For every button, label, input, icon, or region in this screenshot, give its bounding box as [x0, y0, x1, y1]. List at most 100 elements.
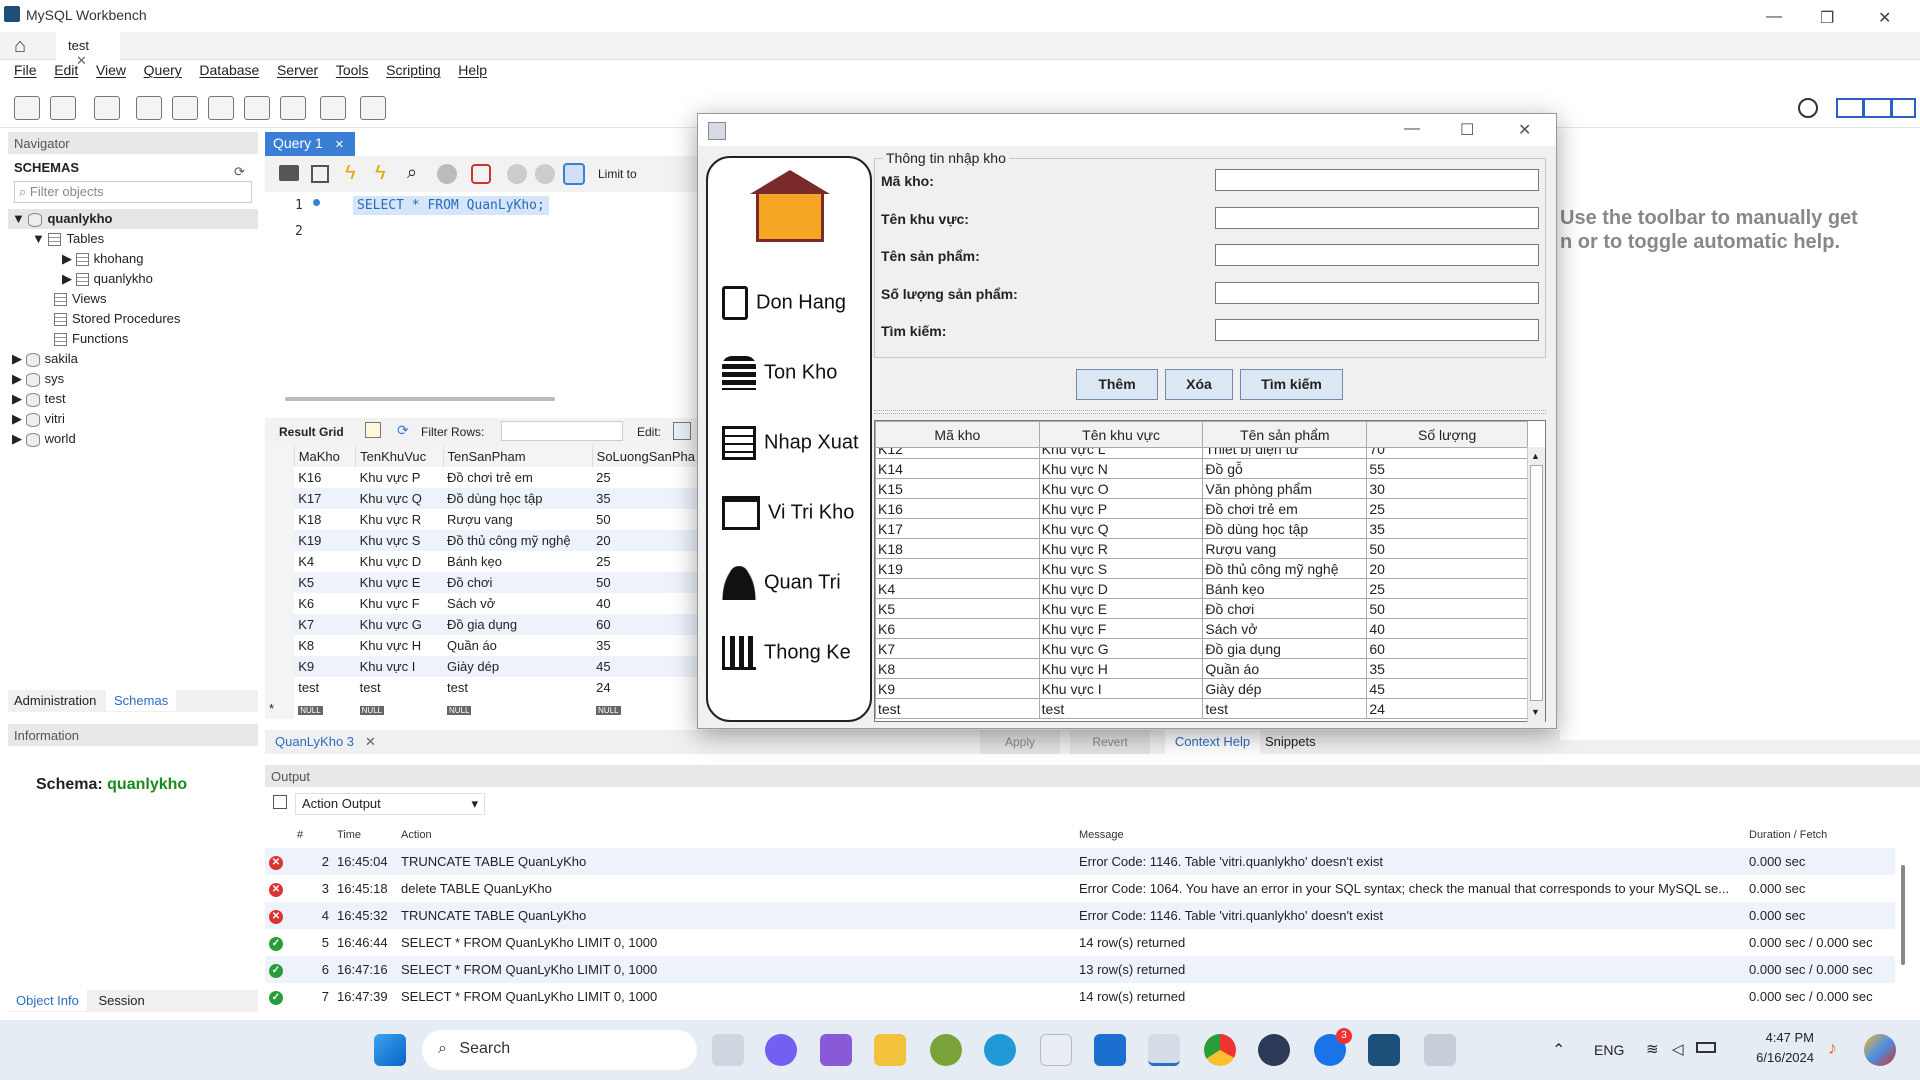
output-row[interactable]: ✓ 6 16:47:16 SELECT * FROM QuanLyKho LIMIT … — [265, 956, 1895, 983]
inspector-icon[interactable] — [94, 96, 120, 120]
file-explorer-icon[interactable] — [874, 1034, 906, 1066]
panel-layout-icon[interactable] — [1836, 98, 1916, 118]
table-cell[interactable]: Khu vực E — [1038, 598, 1204, 619]
refresh-schemas-icon[interactable]: ⟳ — [234, 164, 245, 180]
tab-object-info[interactable]: Object Info — [8, 990, 87, 1011]
tim-kiem-input[interactable] — [1215, 319, 1539, 341]
tab-administration[interactable]: Administration — [8, 690, 102, 711]
column-header[interactable]: TenKhuVuc — [355, 446, 444, 467]
language-indicator[interactable]: ENG — [1594, 1042, 1624, 1058]
dialog-maximize-button[interactable]: ☐ — [1460, 120, 1474, 140]
editor-scrollbar[interactable] — [285, 397, 555, 401]
table-row[interactable]: K12 Khu vực L Thiết bị điện tử 70 — [875, 448, 1528, 459]
close-result-icon[interactable]: ✕ — [365, 734, 376, 750]
table-row[interactable]: K18 Khu vực R Rượu vang 50 — [265, 509, 700, 530]
table-cell[interactable]: 45 — [1366, 678, 1528, 699]
save-icon[interactable] — [311, 165, 329, 183]
menu-file[interactable]: File — [14, 62, 37, 78]
table-cell[interactable]: K19 — [294, 530, 355, 551]
sql-editor[interactable]: 1 2 SELECT * FROM QuanLyKho; — [265, 192, 700, 401]
table-cell[interactable]: K7 — [875, 638, 1040, 659]
table-cell[interactable]: K8 — [294, 635, 355, 656]
open-sql-icon[interactable] — [50, 96, 76, 120]
table-cell[interactable]: K15 — [875, 478, 1040, 499]
table-row[interactable]: K4 Khu vực D Bánh kẹo 25 — [875, 578, 1528, 599]
table-cell[interactable]: 25 — [592, 551, 699, 572]
table-cell[interactable]: 40 — [1366, 618, 1528, 639]
search-table-icon[interactable] — [320, 96, 346, 120]
table-cell[interactable]: Khu vực F — [356, 593, 443, 614]
settings-icon[interactable] — [1798, 98, 1818, 118]
table-cell[interactable]: Khu vực R — [356, 509, 443, 530]
menu-query[interactable]: Query — [144, 62, 182, 78]
inventory-table[interactable]: Mã kho Tên khu vực Tên sản phẩm Số lượng… — [874, 420, 1546, 722]
ten-san-pham-input[interactable] — [1215, 244, 1539, 266]
table-cell[interactable]: 70 — [1366, 448, 1528, 459]
table-cell[interactable]: Đồ thủ công mỹ nghệ — [443, 530, 592, 551]
table-cell[interactable]: K17 — [875, 518, 1040, 539]
table-cell[interactable]: Đồ dùng học tập — [443, 488, 592, 509]
scroll-up-icon[interactable]: ▲ — [1531, 451, 1540, 461]
app-icon[interactable] — [930, 1034, 962, 1066]
sidebar-item-don-hang[interactable]: Don Hang — [722, 286, 846, 320]
result-grid[interactable]: MaKho TenKhuVuc TenSanPham SoLuongSanPha… — [265, 446, 700, 720]
start-icon[interactable] — [374, 1034, 406, 1066]
copy-icon[interactable] — [273, 795, 287, 809]
column-header[interactable]: Tên sản phẩm — [1202, 421, 1368, 448]
table-cell[interactable]: 45 — [592, 656, 699, 677]
create-function-icon[interactable] — [280, 96, 306, 120]
table-row[interactable]: K14 Khu vực N Đồ gỗ 55 — [875, 458, 1528, 479]
table-cell[interactable]: K8 — [875, 658, 1040, 679]
output-row[interactable]: ✓ 7 16:47:39 SELECT * FROM QuanLyKho LIMIT … — [265, 983, 1895, 1010]
app-icon[interactable] — [1424, 1034, 1456, 1066]
table-cell[interactable]: 55 — [1366, 458, 1528, 479]
table-cell[interactable]: K4 — [875, 578, 1040, 599]
task-view-icon[interactable] — [712, 1034, 744, 1066]
sidebar-item-quan-tri[interactable]: Quan Tri — [722, 566, 841, 600]
table-cell[interactable]: K16 — [875, 498, 1040, 519]
xoa-button[interactable]: Xóa — [1165, 369, 1233, 400]
table-cell[interactable]: K19 — [875, 558, 1040, 579]
table-cell[interactable]: Khu vực Q — [356, 488, 443, 509]
table-row[interactable]: K5 Khu vực E Đồ chơi 50 — [265, 572, 700, 593]
table-cell[interactable]: K17 — [294, 488, 355, 509]
tab-schemas[interactable]: Schemas — [106, 690, 177, 711]
table-cell[interactable]: Bánh kẹo — [1202, 578, 1368, 599]
filter-rows-input[interactable] — [501, 421, 623, 441]
table-row[interactable]: K17 Khu vực Q Đồ dùng học tập 35 — [875, 518, 1528, 539]
filter-objects-input[interactable]: ⌕ Filter objects — [14, 181, 252, 203]
search-box[interactable]: ⌕ Search — [422, 1030, 697, 1070]
column-header[interactable]: MaKho — [294, 446, 357, 467]
table-cell[interactable]: NULL — [592, 698, 699, 719]
menu-database[interactable]: Database — [199, 62, 259, 78]
revert-button[interactable]: Revert — [1070, 730, 1150, 754]
volume-icon[interactable]: ◁ — [1672, 1040, 1684, 1058]
table-cell[interactable]: Khu vực E — [356, 572, 443, 593]
table-row[interactable]: K8 Khu vực H Quần áo 35 — [875, 658, 1528, 679]
table-cell[interactable]: K14 — [875, 458, 1040, 479]
table-cell[interactable]: K4 — [294, 551, 355, 572]
tree-item-quanlykho-table[interactable]: ▶ quanlykho — [8, 269, 258, 289]
row-header[interactable] — [265, 614, 295, 635]
sidebar-item-ton-kho[interactable]: Ton Kho — [722, 356, 837, 390]
dialog-minimize-button[interactable]: — — [1404, 120, 1420, 138]
column-header[interactable]: Mã kho — [875, 421, 1040, 448]
table-cell[interactable]: Đồ gia dụng — [1202, 638, 1368, 659]
tree-item-vitri[interactable]: ▶ vitri — [8, 409, 258, 429]
reconnect-icon[interactable] — [360, 96, 386, 120]
scroll-thumb[interactable] — [1530, 465, 1543, 701]
commit-icon[interactable] — [507, 164, 527, 184]
table-cell[interactable]: Quần áo — [1202, 658, 1368, 679]
table-cell[interactable]: NULL — [356, 698, 443, 719]
mysql-workbench-icon[interactable] — [1368, 1034, 1400, 1066]
table-cell[interactable]: Khu vực D — [356, 551, 443, 572]
table-row[interactable]: K19 Khu vực S Đồ thủ công mỹ nghệ 20 — [875, 558, 1528, 579]
table-cell[interactable]: 20 — [592, 530, 699, 551]
table-cell[interactable]: Văn phòng phẩm — [1202, 478, 1368, 499]
table-cell[interactable]: Sách vở — [1202, 618, 1368, 639]
table-cell[interactable]: Khu vực Q — [1038, 518, 1204, 539]
tree-item-views[interactable]: Views — [8, 289, 258, 309]
result-tab[interactable]: QuanLyKho 3 — [275, 734, 354, 749]
table-cell[interactable]: 50 — [592, 572, 699, 593]
row-header[interactable] — [265, 509, 295, 530]
